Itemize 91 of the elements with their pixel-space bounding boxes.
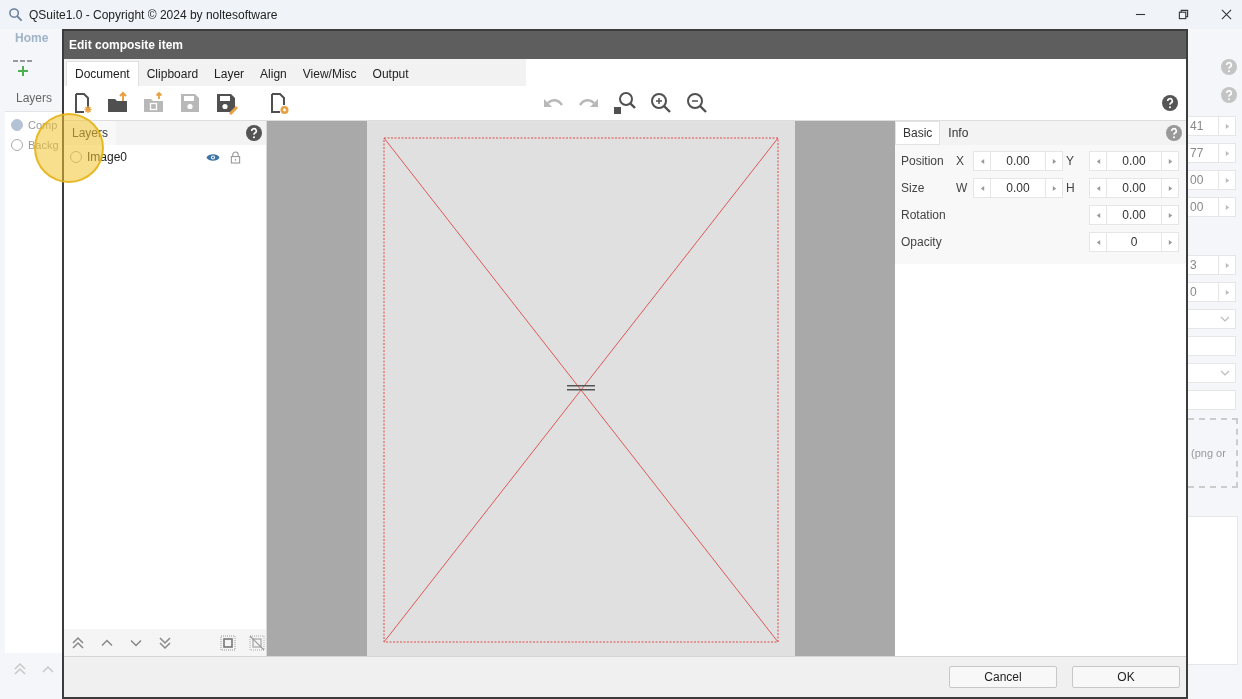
panel-title: Layers [15, 90, 54, 107]
number-field[interactable]: 00 [1188, 197, 1236, 217]
dialog-button[interactable]: Cancel [949, 666, 1057, 688]
dropdown[interactable] [1188, 363, 1236, 383]
field-value: 0.00 [1005, 181, 1031, 195]
arrow-right-icon [1167, 212, 1173, 218]
arrow-right-icon [1224, 289, 1230, 295]
chevron-down-icon [1220, 370, 1230, 376]
tab[interactable]: View/Misc [294, 62, 365, 86]
dropdown[interactable] [1188, 309, 1236, 329]
input-field[interactable] [1188, 336, 1236, 356]
radio-button[interactable] [11, 139, 23, 151]
spin-box[interactable]: 0 [1089, 232, 1179, 252]
arrow-right-icon [1167, 239, 1173, 245]
property-label: Opacity [901, 234, 943, 251]
number-field[interactable]: 41 [1188, 116, 1236, 136]
spin-box[interactable]: 0.00 [1089, 151, 1179, 171]
arrow-right-icon [1224, 177, 1230, 183]
number-field[interactable]: 0 [1188, 282, 1236, 302]
zoom-in-icon[interactable] [649, 91, 673, 115]
lock-icon[interactable] [230, 150, 241, 164]
arrow-right-icon [1051, 158, 1057, 164]
field-value: 77 [1189, 146, 1205, 160]
field-value: 41 [1189, 119, 1205, 133]
arrow-right-icon [1224, 123, 1230, 129]
arrow-right-icon [1224, 204, 1230, 210]
input-field[interactable] [1188, 390, 1236, 410]
restore-icon[interactable] [1178, 9, 1189, 20]
arrow-left-icon [1095, 212, 1101, 218]
arrow-right-icon [1051, 185, 1057, 191]
arrow-right-icon [1167, 158, 1173, 164]
field-value: 3 [1189, 258, 1198, 272]
number-field[interactable]: 77 [1188, 143, 1236, 163]
property-label: Size [901, 180, 926, 197]
radio-button[interactable] [70, 151, 82, 163]
axis-label: W [955, 180, 969, 197]
dialog-title: Edit composite item [69, 38, 184, 52]
window-title: QSuite1.0 - Copyright © 2024 by noltesoftware [29, 7, 278, 22]
eye-icon[interactable] [206, 152, 220, 162]
zoom-fit-icon[interactable] [613, 91, 637, 115]
number-field[interactable]: 00 [1188, 170, 1236, 190]
spin-box[interactable]: 0.00 [1089, 178, 1179, 198]
axis-label: X [955, 153, 965, 170]
tab[interactable]: Output [364, 62, 417, 86]
tab[interactable]: Document [66, 61, 139, 86]
help-icon[interactable] [246, 125, 262, 141]
field-value: 0.00 [1121, 208, 1147, 222]
axis-label: Y [1065, 153, 1075, 170]
arrow-left-icon [979, 158, 985, 164]
arrow-left-icon [1095, 185, 1101, 191]
spin-box[interactable]: 0.00 [1089, 205, 1179, 225]
select-all-icon[interactable] [220, 634, 236, 651]
field-value: 0 [1129, 235, 1139, 249]
tab[interactable]: Basic [895, 121, 941, 145]
drop-zone-hint: (png or [1190, 447, 1226, 459]
save-as-icon[interactable] [214, 91, 238, 115]
field-value: 00 [1189, 173, 1205, 187]
spin-box[interactable]: 0.00 [973, 178, 1063, 198]
field-value: 0.00 [1121, 154, 1147, 168]
property-label: Position [901, 153, 945, 170]
folder-upload-icon[interactable] [106, 91, 130, 115]
arrow-right-icon [1224, 150, 1230, 156]
help-icon[interactable] [1162, 95, 1178, 111]
number-field[interactable]: 3 [1188, 255, 1236, 275]
zoom-out-icon[interactable] [685, 91, 709, 115]
arrow-left-icon [1095, 239, 1101, 245]
axis-label: H [1065, 180, 1076, 197]
property-label: Rotation [901, 207, 947, 224]
tab[interactable]: Align [252, 62, 295, 86]
arrow-right-icon [1167, 185, 1173, 191]
deselect-icon[interactable] [249, 634, 265, 651]
chevron-down-icon [1220, 316, 1230, 322]
arrow-left-icon [1095, 158, 1101, 164]
search-icon [8, 7, 23, 22]
double-chevron-down-icon[interactable] [157, 634, 173, 651]
radio-button[interactable] [11, 119, 23, 131]
arrow-right-icon [1224, 262, 1230, 268]
dialog-button[interactable]: OK [1072, 666, 1180, 688]
field-value: 0.00 [1121, 181, 1147, 195]
tab[interactable]: Layer [206, 62, 253, 86]
tab[interactable]: Info [940, 121, 977, 145]
arrow-left-icon [979, 185, 985, 191]
tab[interactable]: Clipboard [138, 62, 207, 86]
double-chevron-up-icon[interactable] [70, 634, 86, 651]
field-value: 0 [1189, 285, 1198, 299]
close-icon[interactable] [1221, 9, 1232, 20]
field-value: 00 [1189, 200, 1205, 214]
spin-box[interactable]: 0.00 [973, 151, 1063, 171]
field-value: 0.00 [1005, 154, 1031, 168]
double-chevron-up-icon[interactable] [12, 661, 28, 677]
text-area[interactable] [1188, 516, 1238, 665]
